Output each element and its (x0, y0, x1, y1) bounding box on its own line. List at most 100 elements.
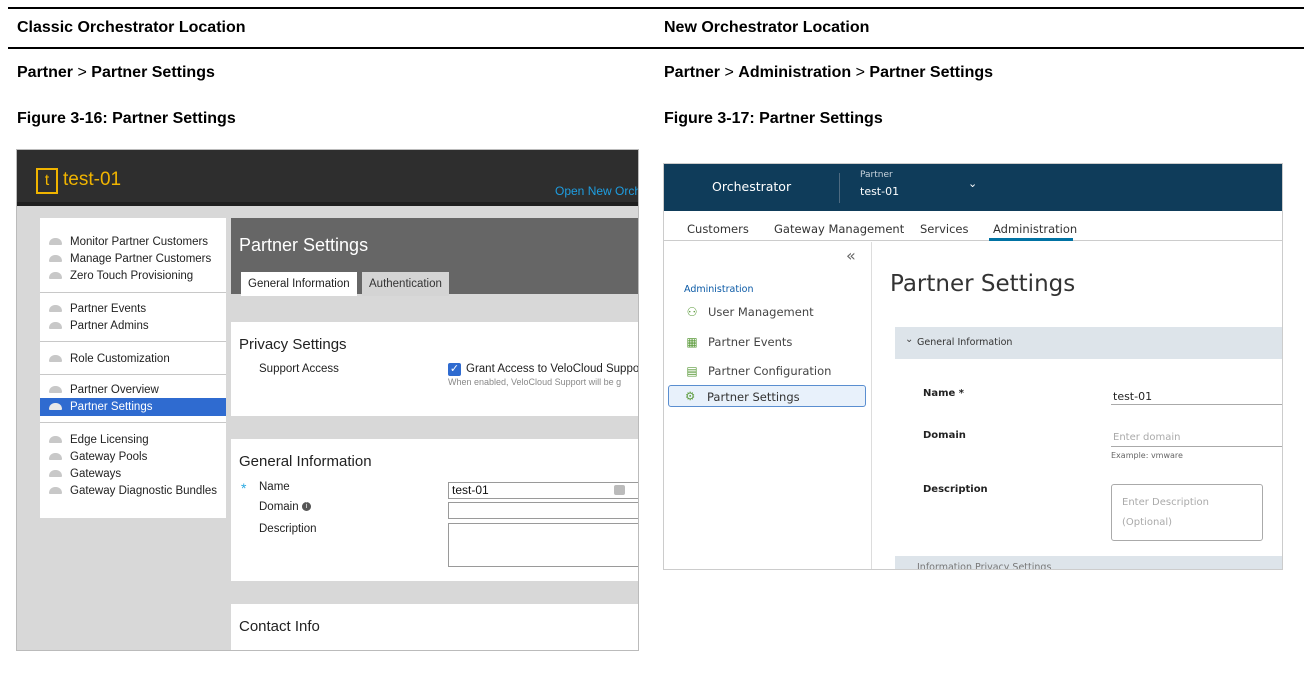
sidebar-item-partner-settings[interactable]: ⚙ Partner Settings (668, 385, 866, 407)
calendar-icon: ▦ (686, 335, 698, 349)
name-input[interactable]: test-01 (448, 482, 638, 499)
classic-orchestrator-screenshot: t test-01 Open New Orch Monitor Partner … (16, 149, 639, 651)
left-breadcrumb: Partner > Partner Settings (17, 64, 215, 82)
section-title: Information Privacy Settings (917, 562, 1052, 570)
book-icon: ▤ (686, 364, 698, 378)
figure-caption-left: Figure 3-16: Partner Settings (17, 110, 236, 127)
sidebar-item-partner-events[interactable]: ▦ Partner Events (686, 335, 792, 349)
classic-sidebar: Monitor Partner Customers Manage Partner… (40, 218, 226, 518)
sidebar-item-label: Gateways (70, 468, 122, 480)
tab-customers[interactable]: Customers (687, 222, 749, 236)
section-title: General Information (917, 337, 1013, 348)
header-rule (8, 47, 1304, 49)
sidebar-item-label: Partner Settings (70, 401, 153, 413)
tab-administration[interactable]: Administration (993, 222, 1077, 236)
sidebar-item-label: Partner Events (708, 335, 793, 349)
sidebar-heading: Administration (684, 284, 754, 295)
open-new-orchestrator-link[interactable]: Open New Orch (555, 184, 638, 198)
tab-authentication[interactable]: Authentication (362, 272, 449, 296)
sidebar-item-label: User Management (708, 305, 814, 319)
collapse-sidebar-icon[interactable]: « (846, 246, 856, 265)
sidebar-item-manage-partner-customers[interactable]: Manage Partner Customers (44, 250, 211, 268)
sidebar-item-partner-settings[interactable]: Partner Settings (40, 398, 226, 416)
general-information-card: General Information * Name test-01 Domai… (231, 439, 638, 581)
users-icon: ⚇ (686, 305, 698, 319)
active-tab-underline (989, 238, 1073, 241)
domain-label: Domain (923, 430, 966, 441)
sidebar-item-user-management[interactable]: ⚇ User Management (686, 305, 814, 319)
customer-logo-icon: t (36, 168, 58, 194)
name-input[interactable]: test-01 (1113, 390, 1152, 403)
description-textarea[interactable] (448, 523, 638, 567)
customer-name[interactable]: test-01 (63, 169, 121, 191)
breadcrumb-partner: Partner (664, 64, 721, 81)
cloud-icon (49, 305, 62, 313)
sidebar-item-label: Gateway Pools (70, 451, 148, 463)
partner-label: Partner (860, 170, 893, 180)
sidebar-item-partner-admins[interactable]: Partner Admins (44, 317, 149, 335)
new-top-bar: Orchestrator Partner test-01 ⌄ (664, 164, 1282, 211)
sidebar-item-gateways[interactable]: Gateways (44, 465, 121, 483)
domain-input[interactable] (448, 502, 638, 519)
sidebar-item-partner-overview[interactable]: Partner Overview (44, 381, 159, 399)
breadcrumb-partner-settings: Partner Settings (91, 64, 215, 81)
grant-access-label: Grant Access to VeloCloud Support (466, 363, 639, 375)
grant-access-hint: When enabled, VeloCloud Support will be … (448, 377, 622, 387)
sidebar-item-partner-configuration[interactable]: ▤ Partner Configuration (686, 364, 831, 378)
left-column-header: Classic Orchestrator Location (17, 19, 246, 36)
chevron-down-icon: ⌄ (905, 334, 914, 345)
support-access-label: Support Access (259, 363, 339, 375)
grant-access-checkbox[interactable]: ✓ (448, 363, 461, 376)
sidebar-item-gateway-pools[interactable]: Gateway Pools (44, 448, 147, 466)
tab-services[interactable]: Services (920, 222, 969, 236)
description-label: Description (923, 484, 988, 495)
sidebar-item-monitor-partner-customers[interactable]: Monitor Partner Customers (44, 233, 208, 251)
top-rule (8, 7, 1304, 9)
sidebar-item-gateway-diagnostic-bundles[interactable]: Gateway Diagnostic Bundles (44, 482, 217, 500)
general-information-section-header[interactable]: ⌄ General Information (895, 327, 1282, 359)
sidebar-divider (40, 422, 226, 423)
top-bar-divider (839, 173, 840, 203)
page-title: Partner Settings (231, 218, 638, 262)
tab-gateway-management[interactable]: Gateway Management (774, 222, 904, 236)
tab-general-information[interactable]: General Information (241, 272, 357, 296)
sidebar-item-label: Manage Partner Customers (70, 253, 212, 265)
cloud-icon (49, 470, 62, 478)
keyboard-icon (614, 485, 625, 495)
sidebar-divider (40, 292, 226, 293)
classic-tab-bar: General Information Authentication (231, 262, 638, 296)
sidebar-item-label: Role Customization (70, 353, 170, 365)
sidebar-item-partner-events[interactable]: Partner Events (44, 300, 146, 318)
domain-input[interactable]: Enter domain (1113, 432, 1180, 443)
page-title: Partner Settings (890, 271, 1076, 297)
sidebar-item-label: Partner Overview (70, 384, 159, 396)
gear-icon: ⚙ (685, 389, 696, 403)
sidebar-item-label: Edge Licensing (70, 434, 149, 446)
privacy-settings-card: Privacy Settings Support Access ✓ Grant … (231, 322, 639, 416)
cloud-icon (49, 436, 62, 444)
name-input-underline (1111, 404, 1282, 405)
partner-value[interactable]: test-01 (860, 185, 899, 198)
cloud-icon (49, 255, 62, 263)
cloud-icon (49, 487, 62, 495)
right-breadcrumb: Partner > Administration > Partner Setti… (664, 64, 993, 82)
partner-dropdown-chevron-icon[interactable]: ⌄ (968, 177, 977, 190)
brand-name: Orchestrator (712, 179, 792, 194)
description-label: Description (259, 523, 317, 535)
cloud-icon (49, 238, 62, 246)
domain-input-underline (1111, 446, 1282, 447)
cloud-icon (49, 355, 62, 363)
breadcrumb-separator: > (855, 64, 865, 81)
sidebar-item-label: Monitor Partner Customers (70, 236, 209, 248)
required-asterisk: * (241, 480, 247, 496)
info-icon[interactable]: i (301, 502, 311, 512)
sidebar-item-role-customization[interactable]: Role Customization (44, 350, 170, 368)
name-label: Name (259, 481, 290, 493)
privacy-section-header[interactable]: Information Privacy Settings (895, 556, 1282, 570)
cloud-icon (49, 386, 62, 394)
sidebar-item-edge-licensing[interactable]: Edge Licensing (44, 431, 149, 449)
contact-info-title: Contact Info (239, 618, 320, 635)
sidebar-item-zero-touch-provisioning[interactable]: Zero Touch Provisioning (44, 267, 193, 285)
description-textarea[interactable]: Enter Description (Optional) (1111, 484, 1263, 541)
general-information-title: General Information (239, 453, 372, 470)
